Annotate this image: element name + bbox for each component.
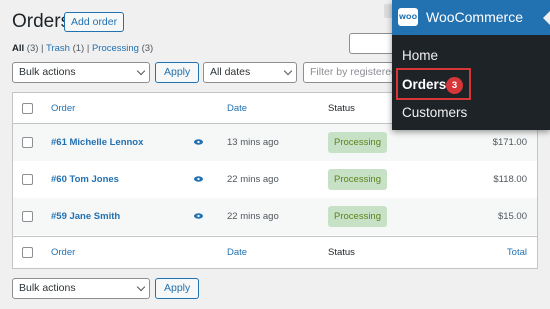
- dates-value: All dates: [210, 66, 251, 78]
- chevron-down-icon: [283, 66, 293, 76]
- filter-processing-count: (3): [141, 43, 154, 54]
- filter-trash[interactable]: Trash: [46, 43, 70, 54]
- row-checkbox[interactable]: [22, 137, 33, 148]
- column-status: Status: [328, 103, 355, 114]
- orders-highlight-box: [396, 68, 471, 100]
- bulk-actions-select[interactable]: Bulk actions: [12, 62, 150, 83]
- woocommerce-menu-header[interactable]: WOO WooCommerce: [392, 0, 550, 35]
- menu-item-customers[interactable]: Customers: [402, 105, 467, 120]
- woo-logo-icon: WOO: [398, 8, 418, 26]
- column-total[interactable]: Total: [507, 247, 527, 258]
- select-all-checkbox[interactable]: [22, 247, 33, 258]
- add-order-button[interactable]: Add order: [64, 12, 125, 32]
- filter-all-count: (3): [26, 43, 39, 54]
- bulk-actions-value: Bulk actions: [19, 282, 76, 294]
- status-badge: Processing: [328, 132, 387, 153]
- column-status: Status: [328, 247, 355, 258]
- dates-select[interactable]: All dates: [203, 62, 297, 83]
- table-row[interactable]: #59 Jane Smith 22 mins ago Processing $1…: [13, 198, 537, 235]
- order-date: 22 mins ago: [227, 211, 279, 222]
- filter-all[interactable]: All: [12, 43, 24, 54]
- woocommerce-title: WooCommerce: [426, 9, 523, 25]
- current-menu-arrow-icon: [543, 11, 550, 25]
- apply-button[interactable]: Apply: [155, 62, 200, 83]
- order-total: $15.00: [497, 211, 527, 222]
- filter-separator: |: [86, 43, 90, 54]
- bulk-actions-select-bottom[interactable]: Bulk actions: [12, 278, 150, 299]
- filter-separator: |: [41, 43, 44, 54]
- column-order[interactable]: Order: [51, 247, 75, 258]
- order-link[interactable]: #61 Michelle Lennox: [51, 137, 143, 148]
- chevron-down-icon: [136, 282, 146, 292]
- row-checkbox[interactable]: [22, 174, 33, 185]
- order-link[interactable]: #60 Tom Jones: [51, 174, 119, 185]
- order-link[interactable]: #59 Jane Smith: [51, 211, 120, 222]
- page-title: Orders: [12, 11, 71, 32]
- column-date[interactable]: Date: [227, 103, 247, 114]
- status-badge: Processing: [328, 169, 387, 190]
- apply-button-bottom[interactable]: Apply: [155, 278, 200, 299]
- bulk-actions-value: Bulk actions: [19, 66, 76, 78]
- order-total: $171.00: [492, 137, 527, 148]
- customer-filter-placeholder: Filter by registered c: [310, 66, 395, 78]
- status-filters: All (3) | Trash (1) | Processing (3): [12, 43, 153, 54]
- order-date: 13 mins ago: [227, 137, 279, 148]
- eye-icon[interactable]: [194, 176, 203, 182]
- order-date: 22 mins ago: [227, 174, 279, 185]
- table-footer: Order Date Status Total: [13, 236, 537, 268]
- select-all-checkbox[interactable]: [22, 103, 33, 114]
- filter-processing[interactable]: Processing: [92, 43, 139, 54]
- eye-icon[interactable]: [194, 213, 203, 219]
- eye-icon[interactable]: [194, 139, 203, 145]
- woocommerce-menu-flyout: WOO WooCommerce Home Orders 3 Customers: [392, 0, 550, 130]
- menu-item-home[interactable]: Home: [402, 48, 438, 63]
- column-date[interactable]: Date: [227, 247, 247, 258]
- order-total: $118.00: [493, 174, 527, 185]
- customer-filter-input[interactable]: Filter by registered c: [303, 62, 395, 83]
- filter-trash-count: (1): [72, 43, 85, 54]
- row-checkbox[interactable]: [22, 211, 33, 222]
- table-row[interactable]: #60 Tom Jones 22 mins ago Processing $11…: [13, 161, 537, 198]
- chevron-down-icon: [136, 66, 146, 76]
- status-badge: Processing: [328, 206, 387, 227]
- column-order[interactable]: Order: [51, 103, 75, 114]
